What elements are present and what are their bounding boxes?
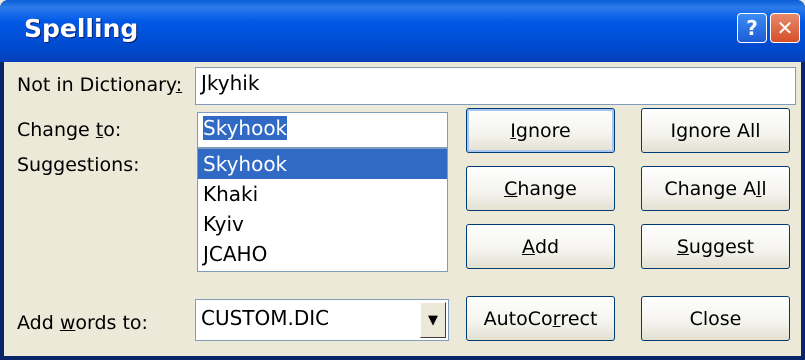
- dictionary-value: CUSTOM.DIC: [201, 306, 330, 330]
- ignore-all-button[interactable]: Ig nore All: [641, 108, 790, 153]
- suggestion-item[interactable]: JCAHO: [198, 239, 447, 269]
- dropdown-arrow-icon[interactable]: ▼: [420, 302, 446, 338]
- close-window-button[interactable]: ✕: [770, 13, 800, 43]
- add-words-to-label: Add words to:: [17, 312, 148, 334]
- not-in-dictionary-label: Not in Dictionary:: [17, 74, 183, 96]
- change-to-value: Skyhook: [203, 116, 288, 140]
- not-in-dictionary-value: Jkyhik: [201, 71, 260, 95]
- title-bar[interactable]: Spelling ? ✕: [0, 0, 805, 62]
- window-title: Spelling: [24, 14, 139, 43]
- dialog-body: Not in Dictionary: Jkyhik Change to: Sky…: [4, 62, 801, 356]
- change-to-label: Change to:: [17, 119, 122, 141]
- add-button[interactable]: Add: [466, 224, 615, 269]
- change-button[interactable]: Change: [466, 166, 615, 211]
- suggestion-item[interactable]: Kyiv: [198, 209, 447, 239]
- spelling-dialog: Spelling ? ✕ Not in Dictionary: Jkyhik C…: [0, 0, 805, 360]
- change-all-button[interactable]: Change All: [641, 166, 790, 211]
- suggest-button[interactable]: Suggest: [641, 224, 790, 269]
- not-in-dictionary-field[interactable]: Jkyhik: [195, 67, 796, 105]
- ignore-button[interactable]: Ignore: [466, 108, 615, 153]
- suggestions-label: Suggestions:: [17, 154, 140, 176]
- help-button[interactable]: ?: [737, 13, 767, 43]
- suggestions-list[interactable]: Skyhook Khaki Kyiv JCAHO: [197, 148, 448, 272]
- change-to-input[interactable]: Skyhook: [197, 112, 448, 148]
- add-words-to-dropdown[interactable]: CUSTOM.DIC ▼: [195, 299, 449, 341]
- close-button[interactable]: Close: [641, 296, 790, 341]
- suggestion-item[interactable]: Khaki: [198, 179, 447, 209]
- autocorrect-button[interactable]: AutoCo r rect: [466, 296, 615, 341]
- suggestion-item[interactable]: Skyhook: [198, 149, 447, 179]
